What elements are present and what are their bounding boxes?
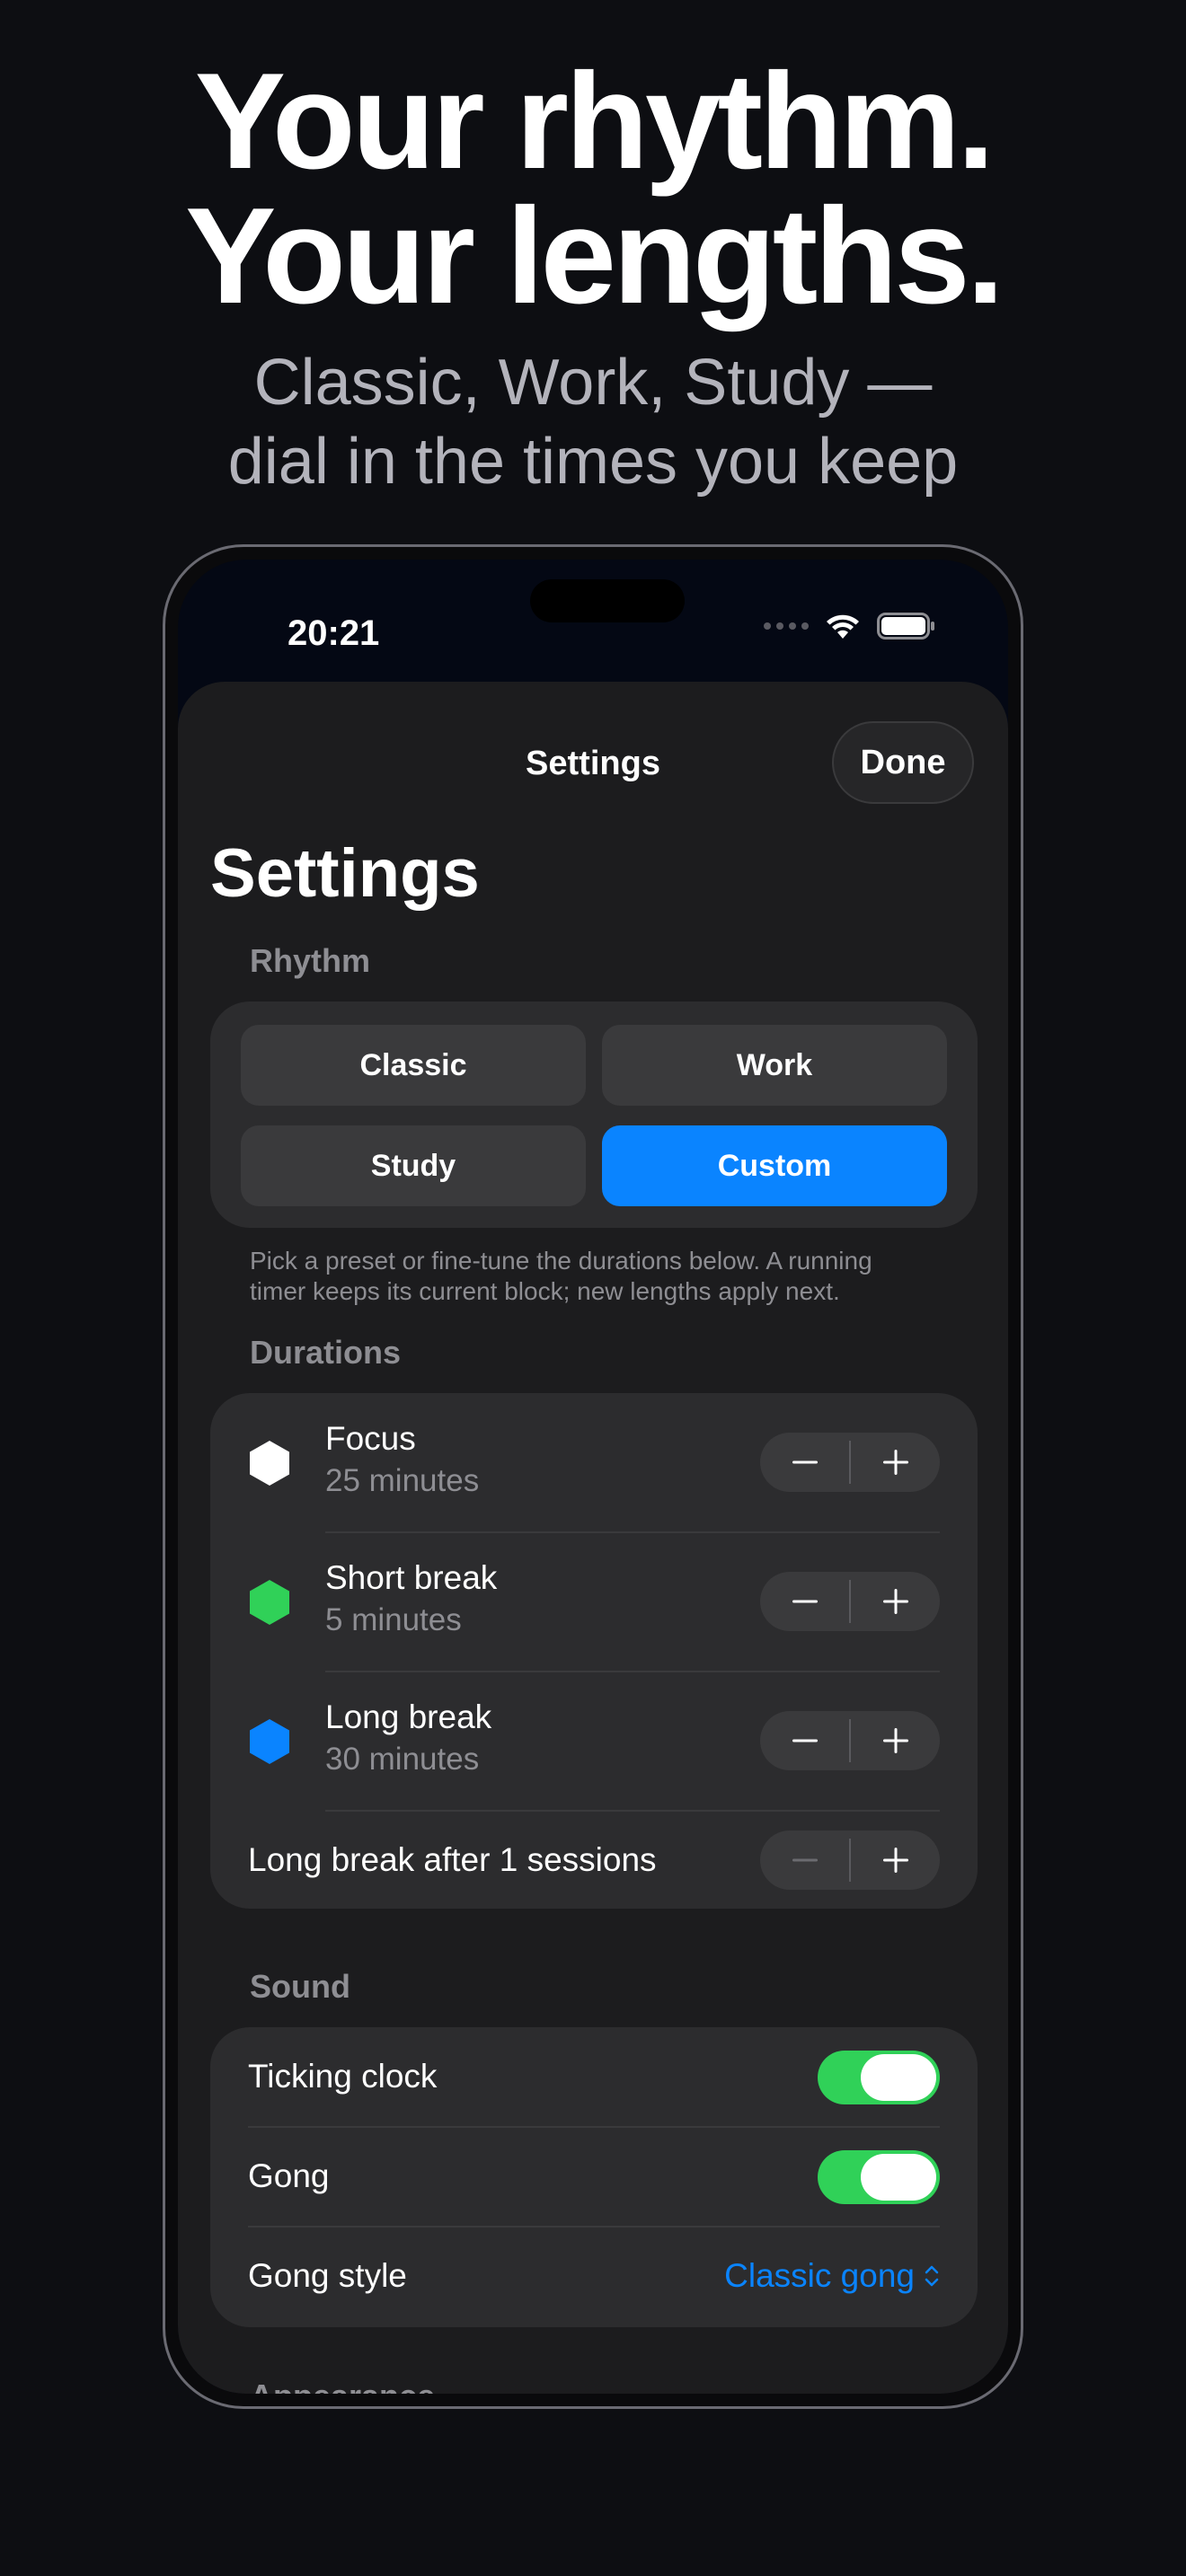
- status-time: 20:21: [288, 613, 380, 653]
- long-break-title: Long break: [325, 1698, 492, 1735]
- short-break-stepper: [760, 1572, 940, 1631]
- rhythm-footnote: Pick a preset or fine-tune the durations…: [250, 1247, 872, 1305]
- gong-toggle[interactable]: [818, 2150, 940, 2204]
- cellular-signal-icon: [764, 622, 809, 630]
- preset-study-button[interactable]: Study: [241, 1125, 586, 1206]
- focus-decrement-button[interactable]: [760, 1433, 849, 1492]
- minus-icon: [792, 1600, 818, 1603]
- plus-icon: [882, 1589, 908, 1614]
- dynamic-island: [530, 579, 685, 622]
- gong-style-label: Gong style: [248, 2257, 407, 2294]
- focus-stepper: [760, 1433, 940, 1492]
- preset-custom-button[interactable]: Custom: [602, 1125, 947, 1206]
- short-break-increment-button[interactable]: [851, 1572, 940, 1631]
- wifi-icon: [827, 614, 859, 639]
- focus-increment-button[interactable]: [851, 1433, 940, 1492]
- focus-hexagon-icon: [250, 1441, 289, 1486]
- long-break-decrement-button[interactable]: [760, 1711, 849, 1770]
- hero-subhead: Classic, Work, Study — dial in the times…: [0, 343, 1186, 501]
- long-break-after-label: Long break after 1 sessions: [248, 1841, 657, 1878]
- battery-icon: [877, 613, 934, 640]
- long-break-hexagon-icon: [250, 1719, 289, 1764]
- sound-card: Ticking clock Gong Gong style Classic go…: [210, 2027, 978, 2327]
- section-label-appearance: Appearance: [250, 2378, 435, 2394]
- preset-work-button[interactable]: Work: [602, 1025, 947, 1106]
- sessions-decrement-button[interactable]: [760, 1831, 849, 1890]
- focus-title: Focus: [325, 1420, 416, 1457]
- status-icons: [764, 612, 936, 640]
- durations-card: Focus 25 minutes Short break 5 minutes L…: [210, 1393, 978, 1909]
- subhead-line-2: dial in the times you keep: [227, 426, 959, 498]
- minus-icon: [792, 1858, 818, 1862]
- duration-row-focus: Focus 25 minutes: [210, 1393, 978, 1533]
- settings-sheet: Settings Done Settings Rhythm Classic Wo…: [178, 682, 1008, 2394]
- phone-frame: 20:21 Settings Done Settings Rhythm Clas…: [163, 544, 1023, 2409]
- duration-row-short-break: Short break 5 minutes: [210, 1532, 978, 1672]
- short-break-hexagon-icon: [250, 1580, 289, 1625]
- section-label-rhythm: Rhythm: [250, 942, 370, 979]
- duration-row-long-break: Long break 30 minutes: [210, 1672, 978, 1812]
- short-break-value: 5 minutes: [325, 1602, 462, 1637]
- long-break-value: 30 minutes: [325, 1742, 480, 1777]
- sessions-increment-button[interactable]: [851, 1831, 940, 1890]
- long-break-increment-button[interactable]: [851, 1711, 940, 1770]
- toggle-knob: [861, 2054, 936, 2101]
- plus-icon: [882, 1450, 908, 1475]
- gong-row: Gong: [210, 2127, 978, 2228]
- large-title: Settings: [210, 835, 480, 912]
- focus-value: 25 minutes: [325, 1463, 480, 1498]
- plus-icon: [882, 1848, 908, 1873]
- gong-style-picker[interactable]: Classic gong: [724, 2257, 940, 2295]
- headline-line-1: Your rhythm.: [194, 45, 996, 198]
- gong-style-value: Classic gong: [724, 2257, 915, 2294]
- gong-label: Gong: [248, 2157, 330, 2194]
- section-label-sound: Sound: [250, 1968, 350, 2005]
- long-break-stepper: [760, 1711, 940, 1770]
- plus-icon: [882, 1728, 908, 1753]
- ticking-clock-row: Ticking clock: [210, 2027, 978, 2128]
- preset-classic-button[interactable]: Classic: [241, 1025, 586, 1106]
- minus-icon: [792, 1460, 818, 1464]
- headline-line-2: Your lengths.: [185, 180, 1005, 332]
- sessions-stepper: [760, 1831, 940, 1890]
- rhythm-card: Classic Work Study Custom: [210, 1001, 978, 1228]
- gong-style-row: Gong style Classic gong: [210, 2227, 978, 2327]
- rhythm-preset-grid: Classic Work Study Custom: [241, 1025, 947, 1206]
- short-break-title: Short break: [325, 1559, 498, 1596]
- section-label-durations: Durations: [250, 1334, 402, 1371]
- hero-headline: Your rhythm. Your lengths.: [0, 45, 1186, 332]
- subhead-line-1: Classic, Work, Study —: [253, 347, 933, 419]
- long-break-after-row: Long break after 1 sessions: [210, 1811, 978, 1909]
- minus-icon: [792, 1739, 818, 1742]
- chevron-up-down-icon: [925, 2265, 939, 2287]
- ticking-clock-label: Ticking clock: [248, 2058, 438, 2095]
- phone-screen: 20:21 Settings Done Settings Rhythm Clas…: [178, 560, 1008, 2394]
- done-button[interactable]: Done: [832, 721, 974, 804]
- ticking-clock-toggle[interactable]: [818, 2051, 940, 2104]
- toggle-knob: [861, 2154, 936, 2201]
- short-break-decrement-button[interactable]: [760, 1572, 849, 1631]
